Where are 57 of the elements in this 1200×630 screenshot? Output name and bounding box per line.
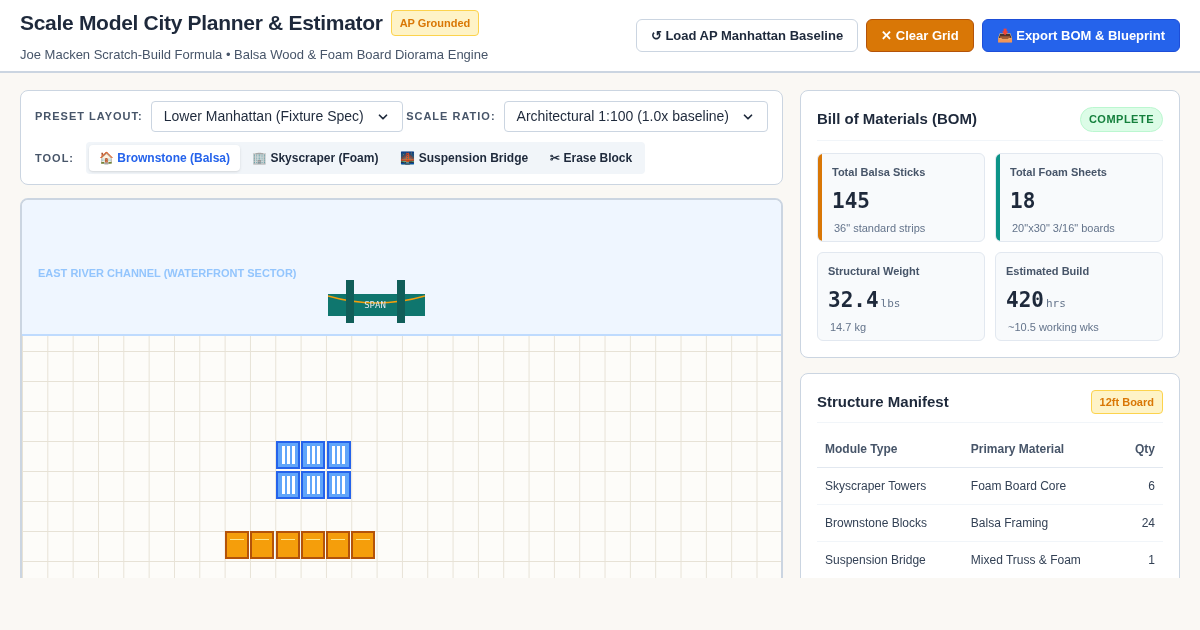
stat-label: Structural Weight xyxy=(828,263,920,279)
panel-title: Bill of Materials (BOM) xyxy=(817,109,977,129)
stat-note: 14.7 kg xyxy=(829,319,868,335)
stat-value: 145 xyxy=(832,188,870,215)
brownstone-block xyxy=(326,531,351,559)
stat-value: 32.4 xyxy=(828,287,879,314)
stat-note: 36" standard strips xyxy=(833,220,926,236)
skyscraper-block xyxy=(276,471,300,499)
table-cell: 1 xyxy=(1118,541,1163,578)
table-cell: Suspension Bridge xyxy=(817,541,963,578)
tool-tab[interactable]: 🏢 Skyscraper (Foam) xyxy=(242,145,389,171)
stat-value: 18 xyxy=(1010,188,1036,215)
stat-note: ~10.5 working wks xyxy=(1007,319,1099,335)
toolbar-button[interactable]: 📥 Export BOM & Blueprint xyxy=(981,19,1180,52)
table-cell: 6 xyxy=(1118,467,1163,505)
stat-label: Total Balsa Sticks xyxy=(832,164,926,180)
app-subtitle: Joe Macken Scratch-Build Formula • Balsa Wood & Foam Board Diorama Engine xyxy=(20,45,489,64)
field-label: PRESET LAYOUT: xyxy=(35,109,143,125)
column-header: Qty xyxy=(1118,431,1163,468)
brownstone-block xyxy=(275,531,300,559)
scale-select[interactable]: Architectural 1:100 (1.0x baseline) xyxy=(503,101,768,132)
brownstone-block xyxy=(250,531,275,559)
app-title: Scale Model City Planner & Estimator xyxy=(20,10,383,36)
table-cell: 24 xyxy=(1118,504,1163,542)
panel-title: Structure Manifest xyxy=(817,391,949,412)
board-badge: 12ft Board xyxy=(1090,389,1163,414)
brownstone-block xyxy=(351,531,376,559)
skyscraper-block xyxy=(326,441,351,469)
stat-unit: hrs xyxy=(1045,296,1066,312)
tool-tab[interactable]: 🌉 Suspension Bridge xyxy=(390,145,539,171)
field-label: SCALE RATIO: xyxy=(406,109,496,125)
table-cell: Mixed Truss & Foam xyxy=(962,541,1119,578)
skyscraper-block xyxy=(326,471,351,499)
stat-label: Total Foam Sheets xyxy=(1010,164,1108,180)
skyscraper-block xyxy=(276,441,300,469)
table-cell: Foam Board Core xyxy=(962,467,1119,505)
field-label: TOOL: xyxy=(35,150,74,166)
skyscraper-block xyxy=(301,471,326,499)
table-cell: Skyscraper Towers xyxy=(817,467,963,505)
river-label: EAST RIVER CHANNEL (WATERFRONT SECTOR) xyxy=(38,266,297,281)
toolbar-button[interactable]: ↺ Load AP Manhattan Baseline xyxy=(635,19,859,52)
tool-tab[interactable]: 🏠 Brownstone (Balsa) xyxy=(89,145,241,171)
stat-label: Estimated Build xyxy=(1006,263,1091,279)
column-header: Primary Material xyxy=(962,431,1119,468)
status-badge: COMPLETE xyxy=(1079,107,1163,132)
preset-select[interactable]: Lower Manhattan (Fixture Spec) xyxy=(150,101,403,132)
stat-unit: lbs xyxy=(880,296,901,312)
column-header: Module Type xyxy=(817,431,963,468)
brownstone-block xyxy=(225,531,249,559)
table-cell: Brownstone Blocks xyxy=(817,504,963,542)
skyscraper-block xyxy=(301,441,326,469)
stat-value: 420 xyxy=(1006,287,1044,314)
tool-tab[interactable]: ✂ Erase Block xyxy=(540,145,643,171)
stat-note: 20"x30" 3/16" boards xyxy=(1011,220,1115,236)
status-badge: AP Grounded xyxy=(390,9,480,36)
brownstone-block xyxy=(300,531,325,559)
table-cell: Balsa Framing xyxy=(962,504,1119,542)
